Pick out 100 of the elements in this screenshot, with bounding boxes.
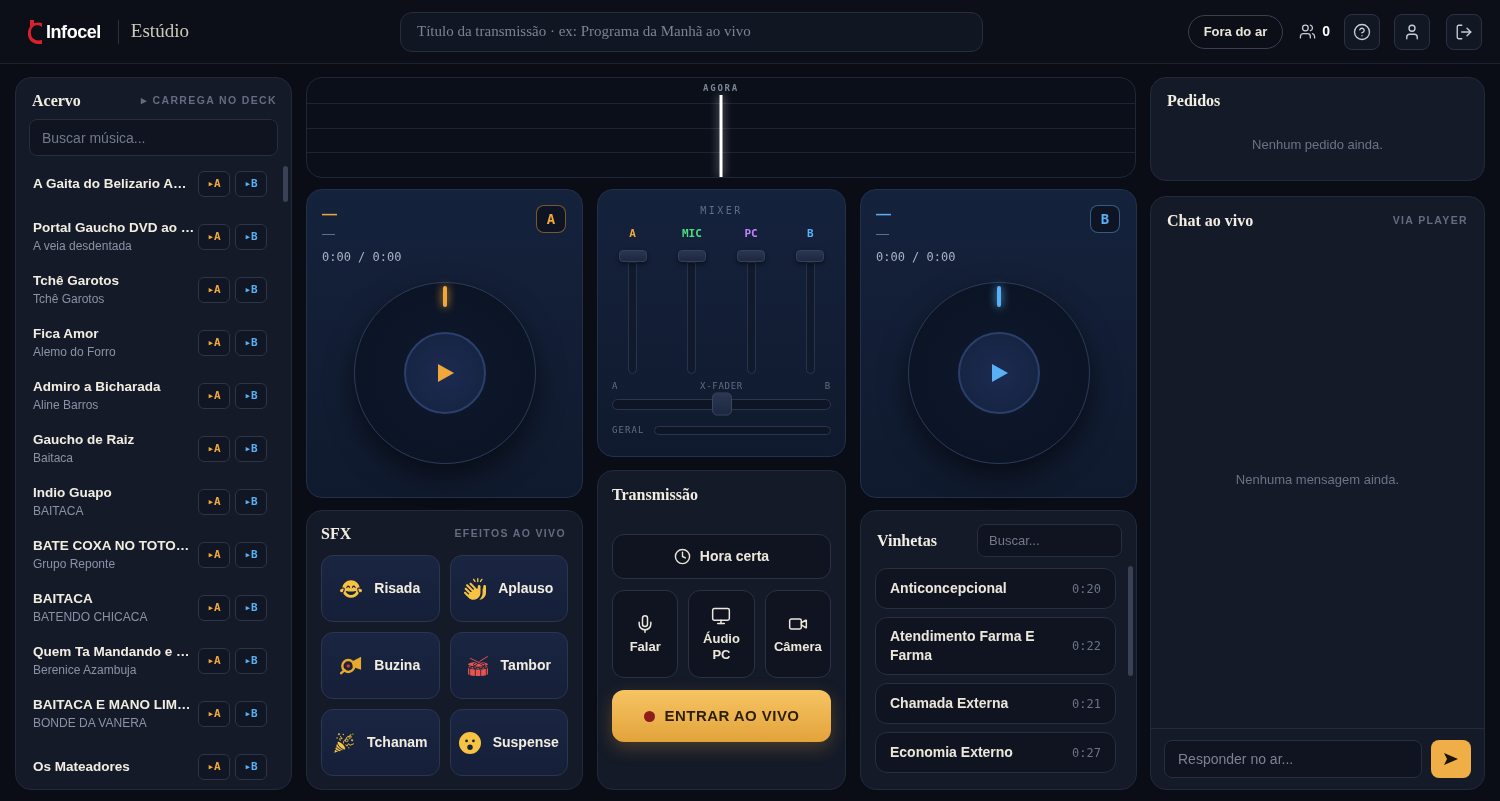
clock-icon (673, 548, 691, 565)
track-artist: Grupo Reponte (33, 556, 116, 572)
track-artist: Baitaca (33, 450, 74, 466)
track-artist: BAITACA (33, 503, 84, 519)
load-deck-button[interactable]: ▸A (198, 223, 230, 250)
track-title: Indio Guapo (33, 484, 112, 502)
track-title: Admiro a Bicharada (33, 378, 161, 396)
jingle-name: Chamada Externa (890, 694, 1009, 713)
load-deck-button[interactable]: ▸B (235, 488, 267, 515)
fader-handle[interactable] (618, 250, 647, 262)
load-deck-button[interactable]: ▸A (198, 753, 230, 780)
jingle-item[interactable]: Anticoncepcional 0:20 (875, 568, 1116, 609)
app-title: Estúdio (130, 19, 189, 44)
channel-label: B (807, 227, 814, 241)
load-deck-button[interactable]: ▸A (198, 594, 230, 621)
load-deck-button[interactable]: ▸A (198, 276, 230, 303)
fader-handle[interactable] (737, 250, 766, 262)
search-field[interactable]: Buscar música... (29, 119, 278, 156)
load-deck-button[interactable]: ▸A (198, 541, 230, 568)
time-check-button[interactable]: Hora certa (612, 534, 831, 579)
track-title: Os Mateadores (33, 757, 130, 776)
jingle-item[interactable]: Chamada Externa 0:21 (875, 683, 1116, 724)
track-artist: A veia desdentada (33, 238, 132, 254)
load-deck-button[interactable]: ▸B (235, 223, 267, 250)
profile-button[interactable] (1394, 13, 1430, 50)
source-button[interactable]: Câmera (764, 590, 831, 678)
help-button[interactable] (1344, 13, 1380, 50)
track-artist: BONDE DA VANERA (33, 715, 147, 731)
scrollbar-thumb[interactable] (1128, 566, 1133, 676)
track-artist: Alemo do Forro (33, 344, 116, 360)
sfx-button[interactable]: Buzina (321, 632, 440, 699)
sfx-button[interactable]: Tchanam (321, 709, 440, 776)
load-deck-button[interactable]: ▸A (198, 170, 230, 197)
logout-icon (1455, 22, 1473, 41)
jingle-name: Atendimento Farma E Farma (890, 627, 1036, 665)
track-title: Quem Ta Mandando e … (33, 643, 190, 661)
party-popper-icon (333, 731, 356, 754)
panel-title: Chat ao vivo (1167, 211, 1254, 231)
listener-count: 0 (1322, 22, 1330, 41)
monitor-icon (711, 605, 732, 626)
listeners-icon (1299, 23, 1317, 40)
help-icon (1353, 22, 1371, 41)
jingle-item[interactable]: Atendimento Farma E Farma 0:22 (875, 617, 1116, 675)
track-title: BATE COXA NO TOTO… (33, 537, 190, 555)
track-title: Tchê Garotos (33, 272, 120, 290)
source-button[interactable]: Falar (612, 590, 679, 678)
crossfader-handle[interactable] (711, 392, 732, 416)
load-deck-button[interactable]: ▸B (235, 329, 267, 356)
sfx-button[interactable]: Risada (321, 555, 440, 622)
load-deck-button[interactable]: ▸B (235, 382, 267, 409)
master-volume-track[interactable] (653, 425, 831, 435)
load-deck-button[interactable]: ▸A (198, 647, 230, 674)
crossfader-right-label: B (824, 380, 831, 393)
track-artist: Tchê Garotos (33, 291, 105, 307)
search-field[interactable]: Buscar... (977, 524, 1122, 557)
broadcast-title-field[interactable]: Título da transmissão · ex: Programa da Manhã ao vivo (400, 11, 983, 52)
send-icon (1444, 753, 1458, 765)
jingle-item[interactable]: Economia Externo 0:27 (875, 732, 1116, 773)
go-live-button[interactable]: ENTRAR AO VIVO (612, 690, 831, 742)
now-label: AGORA (702, 82, 740, 95)
deck-label: A (536, 205, 566, 233)
deck-track-title: — (322, 205, 337, 223)
jingle-duration: 0:22 (1072, 638, 1101, 655)
track-title: A Gaita do Belizario A… (33, 174, 187, 193)
load-deck-button[interactable]: ▸B (235, 541, 267, 568)
track-title: BAITACA E MANO LIM… (33, 696, 191, 714)
load-deck-button[interactable]: ▸A (198, 329, 230, 356)
track-artist: Berenice Azambuja (33, 662, 137, 678)
logout-button[interactable] (1446, 13, 1482, 50)
deck-track-artist: — (322, 226, 335, 242)
load-deck-button[interactable]: ▸B (235, 700, 267, 727)
load-deck-button[interactable]: ▸A (198, 382, 230, 409)
send-button[interactable] (1431, 740, 1471, 778)
panel-hint: VIA PLAYER (1392, 213, 1468, 229)
load-deck-button[interactable]: ▸B (235, 647, 267, 674)
fader-handle[interactable] (677, 250, 706, 262)
load-deck-button[interactable]: ▸B (235, 753, 267, 780)
load-deck-button[interactable]: ▸A (198, 700, 230, 727)
scrollbar-thumb[interactable] (283, 166, 288, 202)
load-deck-button[interactable]: ▸B (235, 594, 267, 621)
load-deck-button[interactable]: ▸A (198, 435, 230, 462)
load-deck-button[interactable]: ▸B (235, 435, 267, 462)
load-deck-button[interactable]: ▸B (235, 170, 267, 197)
deck-track-title: — (876, 205, 891, 223)
source-button[interactable]: Áudio PC (688, 590, 755, 678)
surprised-face-icon (458, 731, 481, 754)
crossfader-label: X-FADER (700, 380, 743, 393)
empty-message: Nenhum pedido ainda. (1252, 136, 1383, 154)
jingle-name: Anticoncepcional (890, 579, 1007, 598)
reply-field[interactable]: Responder no ar... (1164, 740, 1422, 778)
sfx-button[interactable]: Aplauso (449, 555, 568, 622)
panel-title: SFX (321, 524, 352, 544)
panel-title: Vinhetas (877, 530, 937, 551)
sfx-button[interactable]: Suspense (449, 709, 568, 776)
load-deck-button[interactable]: ▸B (235, 276, 267, 303)
fader-handle[interactable] (796, 250, 825, 262)
sfx-button[interactable]: Tambor (449, 632, 568, 699)
jingle-duration: 0:27 (1072, 744, 1101, 762)
panel-title: Pedidos (1167, 91, 1222, 111)
load-deck-button[interactable]: ▸A (198, 488, 230, 515)
